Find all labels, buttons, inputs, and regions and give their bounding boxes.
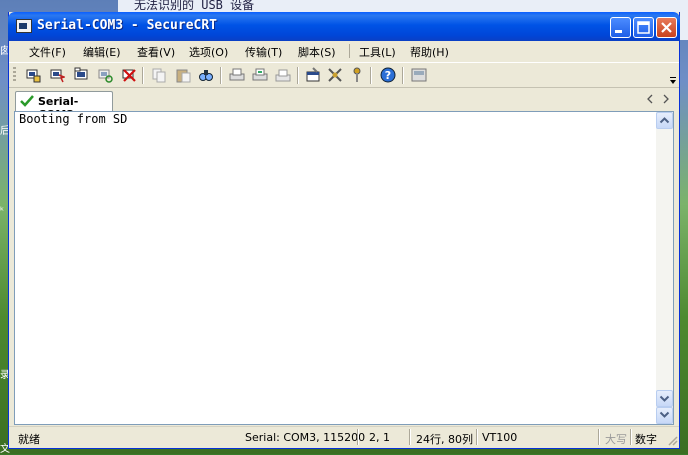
toolbar-separator xyxy=(142,67,144,84)
resize-grip-icon[interactable] xyxy=(666,434,678,446)
status-separator xyxy=(357,429,359,445)
print-selection-icon[interactable] xyxy=(252,67,268,83)
chevron-down-icon xyxy=(659,395,670,402)
scroll-down-button[interactable] xyxy=(656,390,673,407)
vertical-scrollbar[interactable] xyxy=(656,112,673,424)
terminal-view[interactable]: Booting from SD xyxy=(14,111,674,425)
status-separator xyxy=(409,429,411,445)
disconnect-icon[interactable] xyxy=(121,67,137,83)
find-icon[interactable] xyxy=(198,67,214,83)
menu-file[interactable]: 文件(F) xyxy=(29,44,66,60)
title-bar[interactable]: Serial-COM3 - SecureCRT xyxy=(8,12,680,41)
paste-icon[interactable] xyxy=(175,67,191,83)
tab-scroll-left-icon[interactable] xyxy=(645,93,655,105)
minimize-button[interactable] xyxy=(610,17,631,38)
minimize-icon xyxy=(615,30,622,33)
menu-options[interactable]: 选项(O) xyxy=(189,44,228,60)
quick-connect-icon[interactable] xyxy=(49,67,65,83)
session-tab-strip: Serial-COM3 xyxy=(9,89,679,121)
key-icon[interactable] xyxy=(349,67,365,83)
session-options-icon[interactable] xyxy=(305,67,321,83)
toolbar-separator xyxy=(297,67,299,84)
menu-help[interactable]: 帮助(H) xyxy=(410,44,449,60)
tab-serial-com3[interactable]: Serial-COM3 xyxy=(15,91,113,121)
toolbar: ? xyxy=(9,62,679,88)
connected-check-icon xyxy=(20,95,34,107)
toolbar-separator xyxy=(402,67,404,84)
terminal-line: Booting from SD xyxy=(19,112,128,126)
close-icon xyxy=(661,22,672,33)
help-icon[interactable]: ? xyxy=(380,67,396,83)
status-caps-lock: 大写 xyxy=(605,433,627,446)
status-connection: Serial: COM3, 115200 xyxy=(245,431,366,444)
status-separator xyxy=(476,429,478,445)
menu-transfer[interactable]: 传输(T) xyxy=(245,44,282,60)
connect-in-tab-icon[interactable] xyxy=(73,67,89,83)
menu-edit[interactable]: 编辑(E) xyxy=(83,44,121,60)
maximize-button[interactable] xyxy=(633,17,654,38)
chevron-down-icon xyxy=(659,411,670,418)
maximize-icon xyxy=(637,21,650,34)
print-setup-icon[interactable] xyxy=(275,67,291,83)
menu-script[interactable]: 脚本(S) xyxy=(298,44,336,60)
menu-tools[interactable]: 工具(L) xyxy=(359,44,396,60)
app-icon[interactable] xyxy=(16,19,32,33)
window-title: Serial-COM3 - SecureCRT xyxy=(37,18,218,33)
close-button[interactable] xyxy=(656,17,677,38)
status-num-lock: 数字 xyxy=(635,433,657,446)
securecrt-window: Serial-COM3 - SecureCRT 文件(F) 编辑(E) 查看(V… xyxy=(8,12,680,449)
svg-text:?: ? xyxy=(385,69,391,82)
connect-icon[interactable] xyxy=(25,67,41,83)
scroll-up-button[interactable] xyxy=(656,112,673,129)
status-separator xyxy=(598,429,600,445)
menu-bar: 文件(F) 编辑(E) 查看(V) 选项(O) 传输(T) 脚本(S) 工具(L… xyxy=(9,41,679,61)
reconnect-icon[interactable] xyxy=(97,67,113,83)
chevron-up-icon xyxy=(659,117,670,124)
status-ready: 就绪 xyxy=(18,433,40,446)
status-terminal-size: 24行, 80列 xyxy=(416,433,473,446)
desktop-icon-label: ᵏ xyxy=(0,206,5,217)
toolbar-separator xyxy=(220,67,222,84)
keymap-icon[interactable] xyxy=(411,67,427,83)
toolbar-separator xyxy=(370,67,372,84)
scroll-bottom-button[interactable] xyxy=(656,407,673,424)
copy-icon[interactable] xyxy=(151,67,167,83)
tab-scroll-right-icon[interactable] xyxy=(661,93,671,105)
print-icon[interactable] xyxy=(229,67,245,83)
global-options-icon[interactable] xyxy=(327,67,343,83)
status-cursor-position: 2, 1 xyxy=(369,431,390,444)
status-separator xyxy=(630,429,632,445)
menu-separator xyxy=(349,44,350,58)
status-emulation: VT100 xyxy=(482,431,518,444)
status-bar: 就绪 Serial: COM3, 115200 2, 1 24行, 80列 VT… xyxy=(9,426,679,447)
toolbar-grip[interactable] xyxy=(13,67,16,83)
menu-view[interactable]: 查看(V) xyxy=(137,44,175,60)
toolbar-overflow-icon[interactable] xyxy=(669,77,677,85)
